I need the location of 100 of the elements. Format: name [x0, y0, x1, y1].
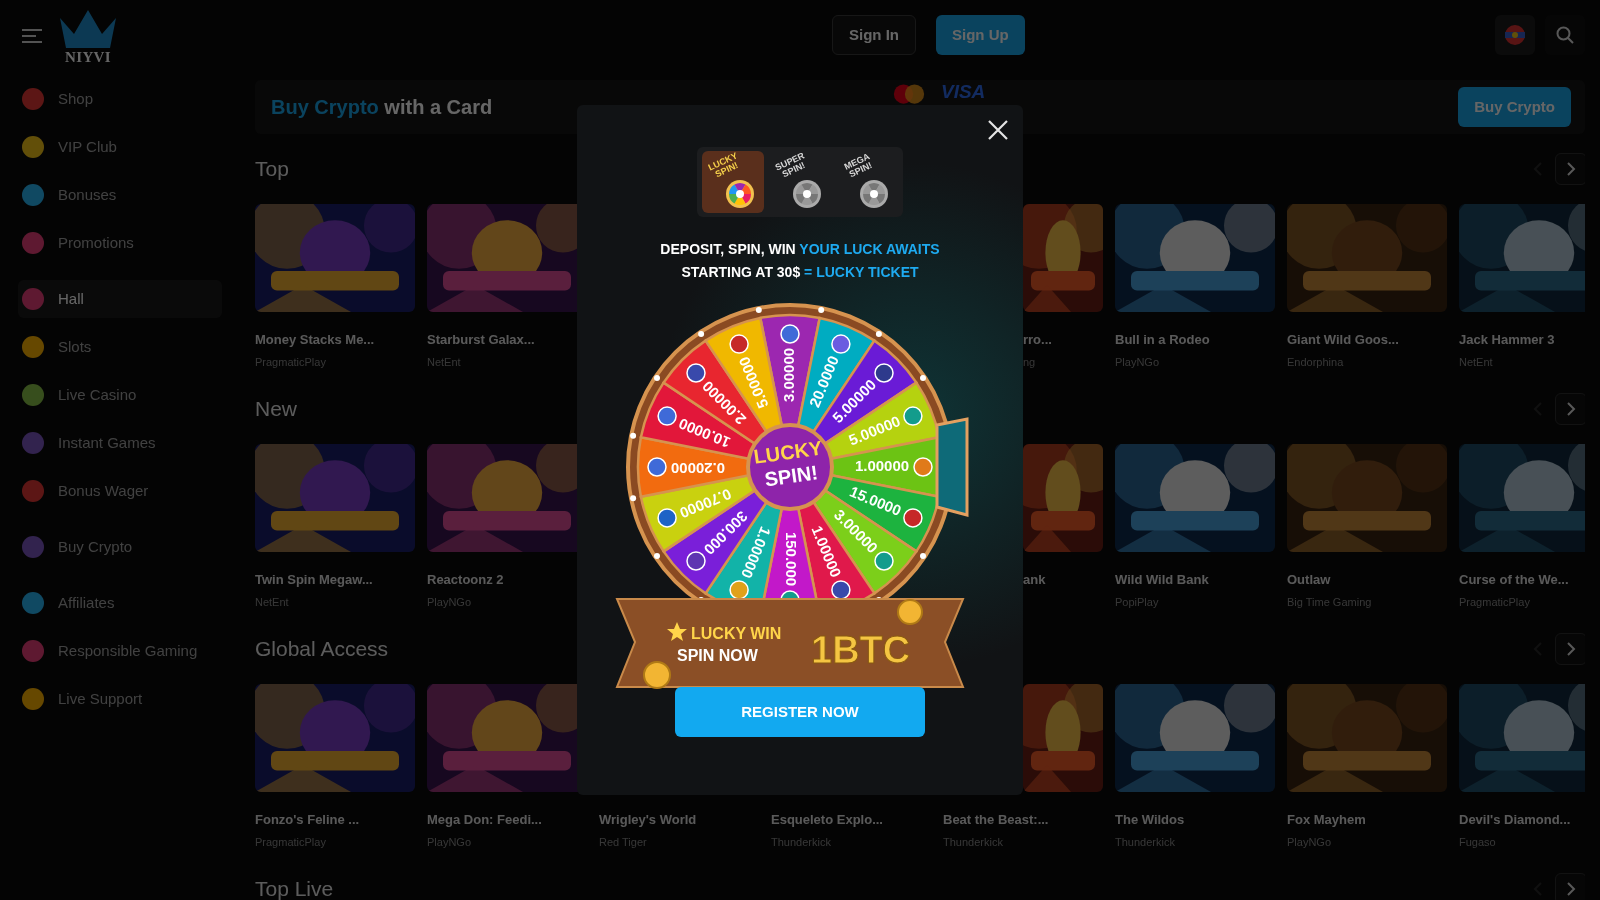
sidebar-item[interactable]: Live Support	[18, 680, 222, 718]
sidebar-item[interactable]: Promotions	[18, 224, 222, 262]
game-title: Bull in a Rodeo	[1115, 331, 1211, 349]
coin-icon	[657, 508, 677, 528]
menu-item-icon	[22, 536, 44, 558]
menu-item-icon	[22, 232, 44, 254]
game-title: Esqueleto Explo...	[771, 811, 884, 829]
game-title: Beat the Beast:...	[943, 811, 1050, 829]
game-title: rro...	[1023, 331, 1053, 349]
game-title: ank	[1023, 571, 1047, 589]
sidebar-label: Responsible Gaming	[58, 640, 198, 661]
next-button[interactable]	[1555, 153, 1585, 185]
game-title: Devil's Diamond...	[1459, 811, 1572, 829]
coin-icon	[831, 334, 851, 354]
mini-wheel-icon	[725, 179, 755, 209]
mastercard-icon	[891, 83, 927, 105]
banner-title: Buy Crypto with a Card	[271, 95, 494, 120]
rim-light	[698, 331, 705, 337]
menu-item-icon	[22, 384, 44, 406]
wheel-value: 3.00000	[779, 347, 797, 403]
ribbon-text: LUCKY WIN	[691, 625, 782, 642]
menu-icon[interactable]	[22, 29, 42, 43]
game-title: Curse of the We...	[1459, 571, 1570, 589]
sidebar-item[interactable]: VIP Club	[18, 128, 222, 166]
sidebar-item[interactable]: Bonuses	[18, 176, 222, 214]
coin-icon	[903, 508, 923, 528]
pointer-icon	[935, 417, 969, 517]
chevron-right-icon	[1566, 882, 1576, 896]
sidebar-label: Promotions	[58, 232, 134, 253]
game-title: Starburst Galax...	[427, 331, 536, 349]
menu-item-icon	[22, 592, 44, 614]
game-title: Giant Wild Goos...	[1287, 331, 1400, 349]
sidebar-item[interactable]: Buy Crypto	[18, 528, 222, 566]
coin-icon	[686, 551, 706, 571]
next-button[interactable]	[1555, 633, 1585, 665]
game-title: Wrigley's World	[599, 811, 698, 829]
sidebar-item[interactable]: Shop	[18, 80, 222, 118]
section-heading: Global Access	[255, 636, 389, 663]
rim-light	[654, 375, 660, 382]
sidebar-label: Slots	[58, 336, 92, 357]
game-title: Fonzo's Feline ...	[255, 811, 361, 829]
sidebar-label: Instant Games	[58, 432, 156, 453]
rim-light	[875, 331, 882, 337]
register-button[interactable]: REGISTER NOW	[675, 687, 925, 737]
section-heading: New	[255, 396, 297, 423]
coin-icon	[903, 406, 923, 426]
game-title: Jack Hammer 3	[1459, 331, 1556, 349]
chevron-right-icon	[1566, 402, 1576, 416]
menu-item-icon	[22, 136, 44, 158]
sidebar-item[interactable]: Affiliates	[18, 584, 222, 622]
wheel-value: 1.00000	[854, 456, 910, 474]
coin-icon	[657, 406, 677, 426]
game-title: Reactoonz 2	[427, 571, 505, 589]
close-icon	[987, 119, 1009, 141]
menu-item-icon	[22, 480, 44, 502]
sidebar-label: Bonus Wager	[58, 480, 149, 501]
next-button[interactable]	[1555, 393, 1585, 425]
sidebar-item[interactable]: Hall	[18, 280, 222, 318]
coin-icon	[686, 363, 706, 383]
star-icon	[667, 622, 687, 641]
rim-light	[920, 552, 926, 559]
coin-icon	[913, 457, 933, 477]
language-button[interactable]	[1495, 15, 1535, 55]
menu-item-icon	[22, 432, 44, 454]
coin-icon	[729, 334, 749, 354]
sidebar-item[interactable]: Instant Games	[18, 424, 222, 462]
coin-icon	[874, 551, 894, 571]
sidebar-item[interactable]: Live Casino	[18, 376, 222, 414]
rim-light	[818, 307, 825, 314]
rim-light	[920, 375, 926, 382]
sign-in-button[interactable]: Sign In	[832, 15, 916, 55]
section-heading: Top	[255, 156, 289, 183]
game-title: The Wildos	[1115, 811, 1186, 829]
coin-icon	[874, 363, 894, 383]
headline-text: STARTING AT 30$ = LUCKY TICKET	[681, 263, 919, 282]
sidebar-item[interactable]: Responsible Gaming	[18, 632, 222, 670]
sidebar-label: Shop	[58, 88, 94, 109]
sidebar-label: Hall	[58, 288, 84, 309]
wheel-value: 150.000	[783, 531, 801, 587]
sign-up-button[interactable]: Sign Up	[936, 15, 1025, 55]
sidebar-item[interactable]: Slots	[18, 328, 222, 366]
menu-item-icon	[22, 640, 44, 662]
menu-item-icon	[22, 688, 44, 710]
prize-text: 1BTC	[811, 629, 911, 671]
logo-text: NIYVI	[64, 49, 112, 65]
coin-icon	[647, 457, 667, 477]
menu-item-icon	[22, 88, 44, 110]
chevron-right-icon	[1566, 162, 1576, 176]
rim-light	[654, 552, 660, 559]
sidebar-label: VIP Club	[58, 136, 117, 157]
sidebar-label: Affiliates	[58, 592, 115, 613]
search-icon	[1556, 26, 1574, 44]
sidebar-label: Live Support	[58, 688, 143, 709]
buy-crypto-button[interactable]: Buy Crypto	[1458, 87, 1571, 127]
sidebar-item[interactable]: Bonus Wager	[18, 472, 222, 510]
mini-wheel-icon	[792, 179, 822, 209]
mini-wheel-icon	[859, 179, 889, 209]
next-button[interactable]	[1555, 873, 1585, 900]
section-heading: Top Live	[255, 876, 334, 900]
game-title: Wild Wild Bank	[1115, 571, 1210, 589]
